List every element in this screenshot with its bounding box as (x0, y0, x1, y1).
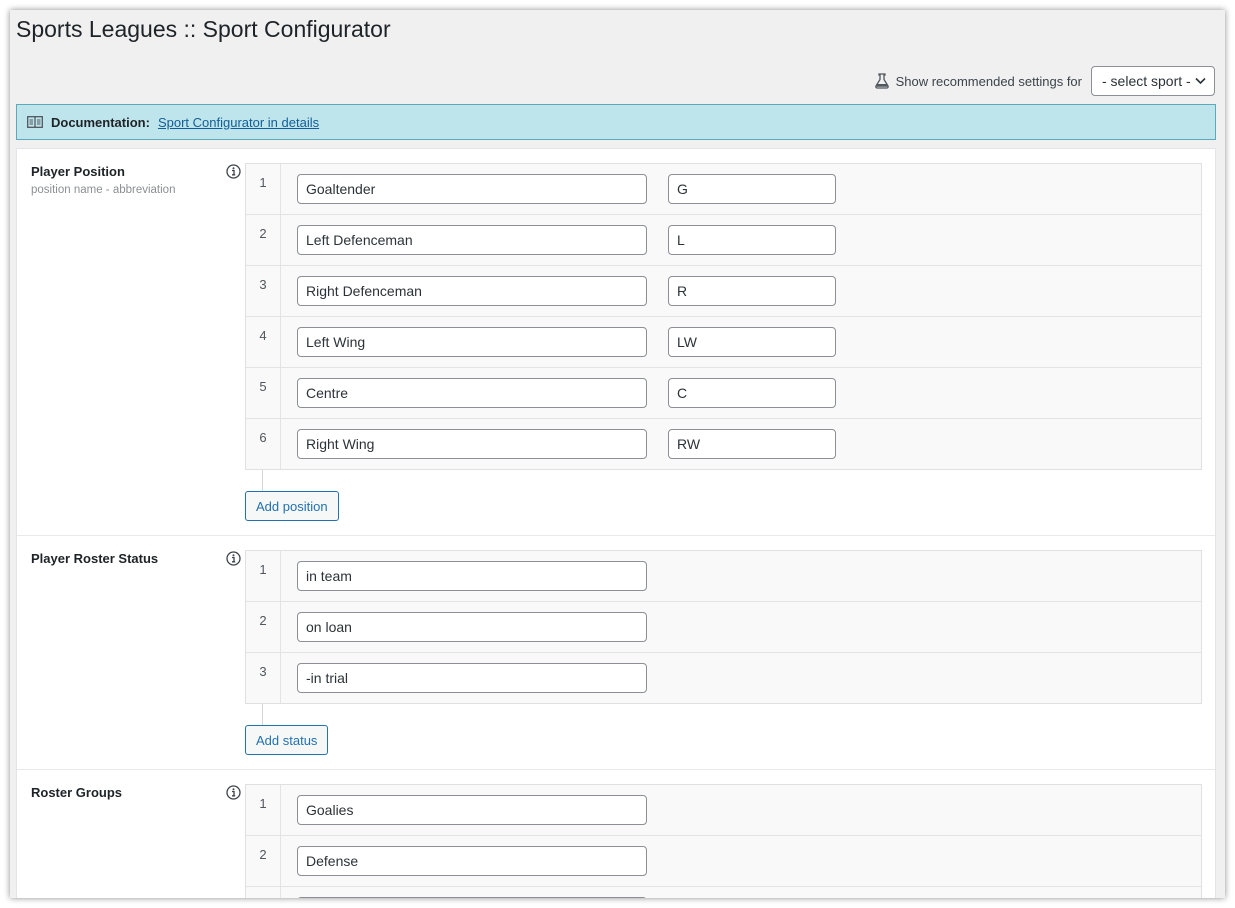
status-name-input[interactable] (297, 663, 647, 693)
table-row: 5 (246, 368, 1201, 419)
group-name-input[interactable] (297, 846, 647, 876)
table-row: 4 (246, 317, 1201, 368)
connector-line (262, 704, 263, 725)
table-row: 2 (246, 836, 1201, 887)
row-number: 1 (246, 551, 281, 601)
row-number: 3 (246, 887, 281, 898)
status-name-input[interactable] (297, 561, 647, 591)
position-name-input[interactable] (297, 327, 647, 357)
position-abbr-input[interactable] (668, 429, 836, 459)
add-position-button[interactable]: Add position (245, 491, 339, 521)
book-icon (27, 116, 43, 128)
section-title: Roster Groups (31, 785, 123, 800)
documentation-label: Documentation: (51, 114, 150, 130)
table-row: 2 (246, 602, 1201, 653)
table-row: 1 (246, 164, 1201, 215)
table-row: 3 (246, 266, 1201, 317)
row-number: 5 (246, 368, 281, 418)
position-abbr-input[interactable] (668, 327, 836, 357)
group-rows: 1 2 3 (245, 784, 1202, 898)
position-name-input[interactable] (297, 276, 647, 306)
recommended-label: Show recommended settings for (895, 73, 1082, 89)
row-number: 2 (246, 602, 281, 652)
section-title: Player Roster Status (31, 551, 159, 566)
table-row: 1 (246, 551, 1201, 602)
position-name-input[interactable] (297, 174, 647, 204)
table-row: 6 (246, 419, 1201, 469)
group-name-input[interactable] (297, 897, 647, 898)
table-row: 3 (246, 653, 1201, 703)
documentation-link[interactable]: Sport Configurator in details (158, 115, 319, 130)
position-abbr-input[interactable] (668, 225, 836, 255)
group-name-input[interactable] (297, 795, 647, 825)
row-number: 6 (246, 419, 281, 469)
row-number: 2 (246, 215, 281, 265)
position-name-input[interactable] (297, 378, 647, 408)
info-icon[interactable] (226, 785, 241, 800)
position-abbr-input[interactable] (668, 276, 836, 306)
add-status-button[interactable]: Add status (245, 725, 329, 755)
table-row: 2 (246, 215, 1201, 266)
section-roster-groups: Roster Groups 1 2 3 (17, 770, 1215, 898)
row-number: 4 (246, 317, 281, 367)
documentation-notice: Documentation: Sport Configurator in det… (16, 104, 1216, 140)
status-rows: 1 2 3 (245, 550, 1202, 704)
configurator-panel: Player Position position name - abbrevia… (16, 148, 1216, 898)
connector-line (262, 470, 263, 491)
position-rows: 1 2 3 4 (245, 163, 1202, 470)
position-name-input[interactable] (297, 429, 647, 459)
row-number: 1 (246, 164, 281, 214)
table-row: 3 (246, 887, 1201, 898)
row-number: 3 (246, 266, 281, 316)
info-icon[interactable] (226, 551, 241, 566)
sport-select-value: - select sport - (1102, 73, 1191, 89)
position-abbr-input[interactable] (668, 378, 836, 408)
flask-icon (874, 73, 889, 89)
info-icon[interactable] (226, 164, 241, 179)
page-title: Sports Leagues :: Sport Configurator (16, 16, 391, 42)
table-row: 1 (246, 785, 1201, 836)
row-number: 2 (246, 836, 281, 886)
section-roster-status: Player Roster Status 1 2 3 (17, 536, 1215, 770)
row-number: 1 (246, 785, 281, 835)
chevron-down-icon (1195, 77, 1206, 85)
position-abbr-input[interactable] (668, 174, 836, 204)
position-name-input[interactable] (297, 225, 647, 255)
recommended-settings: Show recommended settings for - select s… (874, 66, 1215, 96)
row-number: 3 (246, 653, 281, 703)
section-description: position name - abbreviation (31, 184, 176, 196)
section-player-position: Player Position position name - abbrevia… (17, 149, 1215, 536)
status-name-input[interactable] (297, 612, 647, 642)
app-window: Sports Leagues :: Sport Configurator Sho… (10, 10, 1225, 898)
sport-select[interactable]: - select sport - (1091, 66, 1215, 96)
section-title: Player Position (31, 164, 125, 179)
